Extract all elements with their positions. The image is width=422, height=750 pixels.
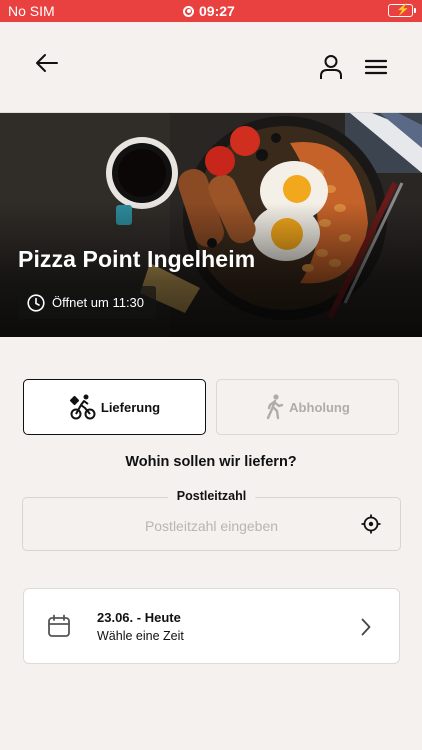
selected-date: 23.06. - Heute <box>97 610 181 625</box>
choose-time-hint: Wähle eine Zeit <box>97 629 184 643</box>
clock-icon <box>27 293 45 312</box>
restaurant-hero: Pizza Point Ingelheim Öffnet um 11:30 <box>0 113 422 337</box>
user-icon <box>320 55 342 79</box>
time-selection-card[interactable]: 23.06. - Heute Wähle eine Zeit <box>23 588 400 664</box>
chevron-right-icon <box>361 618 371 636</box>
opening-hours-text: Öffnet um 11:30 <box>52 295 145 310</box>
carrier-label: No SIM <box>8 3 55 19</box>
top-bar <box>0 22 422 113</box>
walking-person-icon <box>266 394 284 420</box>
delivery-label: Lieferung <box>100 399 161 415</box>
postal-code-field: Postleitzahl <box>22 489 401 551</box>
back-button[interactable] <box>29 45 65 81</box>
delivery-option[interactable]: Lieferung <box>23 379 206 435</box>
hamburger-menu-icon <box>365 59 387 75</box>
opening-hours-badge: Öffnet um 11:30 <box>18 286 157 319</box>
battery-icon: ⚡ <box>388 4 416 17</box>
status-bar: No SIM 09:27 ⚡ <box>0 0 422 22</box>
calendar-icon <box>48 614 70 637</box>
postal-code-input[interactable] <box>23 498 400 550</box>
status-time: 09:27 <box>183 3 235 19</box>
locate-button[interactable] <box>361 514 381 539</box>
delivery-question: Wohin sollen wir liefern? <box>125 454 297 470</box>
arrow-left-icon <box>36 54 58 72</box>
crosshair-location-icon <box>361 514 381 534</box>
pickup-label: Abholung <box>289 399 350 415</box>
recording-icon <box>183 5 194 17</box>
menu-button[interactable] <box>358 49 394 85</box>
profile-button[interactable] <box>313 49 349 85</box>
restaurant-name: Pizza Point Ingelheim <box>18 246 256 272</box>
clock-text: 09:27 <box>199 3 235 19</box>
bicycle-courier-icon <box>69 394 96 420</box>
pickup-option[interactable]: Abholung <box>216 379 399 435</box>
